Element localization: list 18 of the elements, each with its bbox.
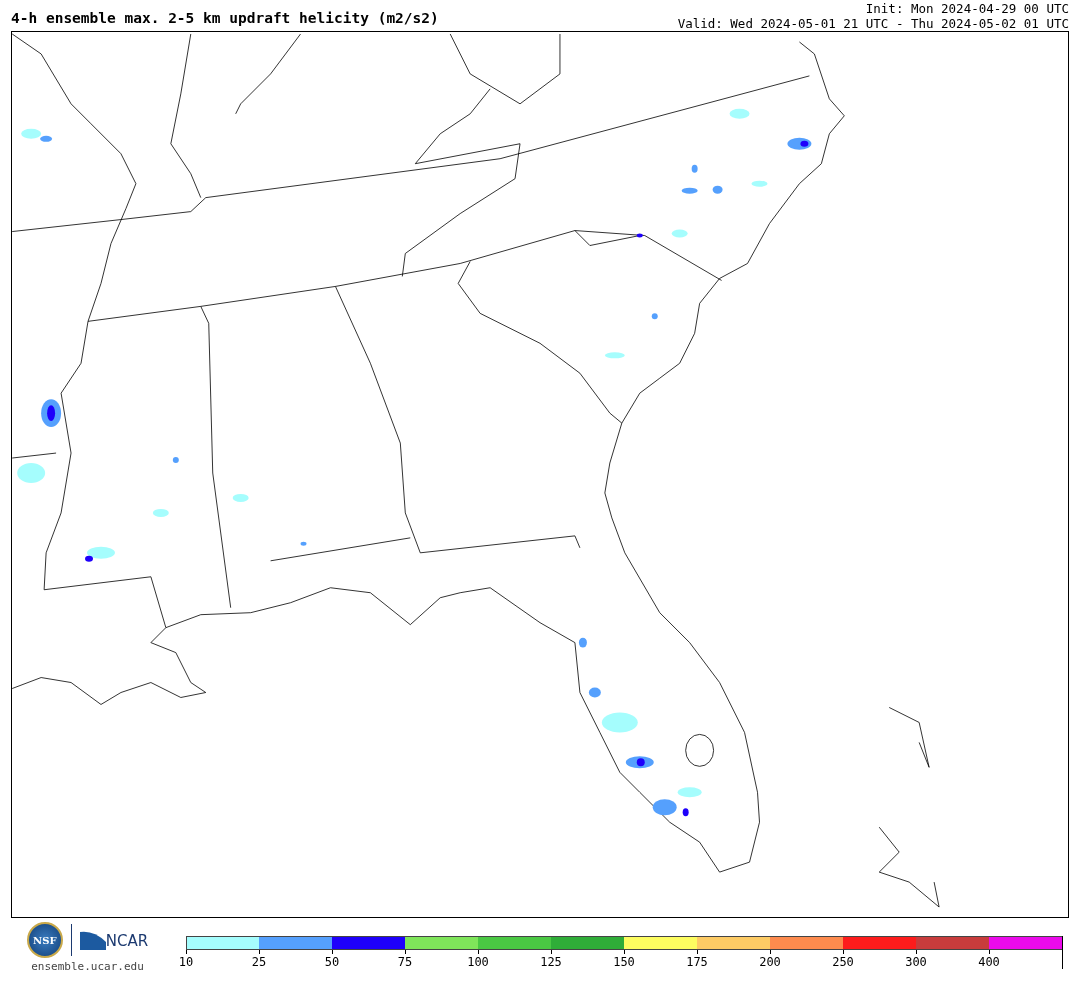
- colorbar-label: 50: [324, 955, 340, 969]
- colorbar-label: 100: [467, 955, 489, 969]
- colorbar-label: 125: [540, 955, 562, 969]
- map-title: 4-h ensemble max. 2-5 km updraft helicity (m2/s2): [11, 10, 439, 28]
- site-url: ensemble.ucar.edu: [31, 960, 144, 973]
- colorbar-label: 10: [178, 955, 194, 969]
- colorbar-label: 250: [832, 955, 854, 969]
- colorbar-label: 400: [978, 955, 1000, 969]
- colorbar-label: 300: [905, 955, 927, 969]
- init-time: Init: Mon 2024-04-29 00 UTC: [864, 1, 1069, 16]
- colorbar-label: 150: [613, 955, 635, 969]
- colorbar-label: 200: [759, 955, 781, 969]
- valid-time: Valid: Wed 2024-05-01 21 UTC - Thu 2024-05-02 01 UTC: [677, 16, 1069, 31]
- colorbar-label: 75: [397, 955, 413, 969]
- ncar-logo: NCAR: [79, 930, 149, 950]
- nsf-logo: NSF: [26, 922, 63, 958]
- colorbar-label: 175: [686, 955, 708, 969]
- colorbar-label: 25: [251, 955, 267, 969]
